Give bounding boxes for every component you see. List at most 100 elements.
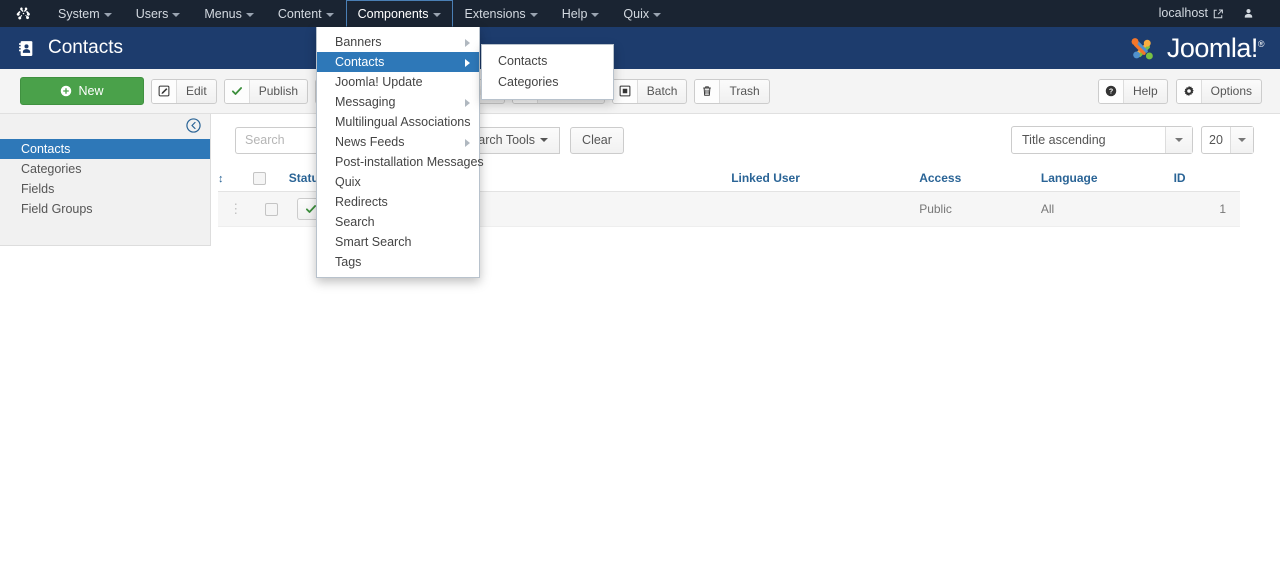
- dropdown-item-label: Banners: [335, 35, 382, 49]
- topmenu-label-users: Users: [135, 7, 169, 21]
- admin-top-bar-right: localhost: [1149, 0, 1280, 27]
- topmenu-item-quix[interactable]: Quix: [611, 0, 673, 27]
- chevron-down-icon: [540, 138, 549, 143]
- ordering-select[interactable]: Title ascending: [1011, 126, 1193, 154]
- dropdown-item-tags[interactable]: Tags: [317, 252, 479, 272]
- filter-right-group: Title ascending 20: [1011, 126, 1254, 154]
- topmenu-label-system: System: [58, 7, 100, 21]
- address-book-icon: [17, 39, 35, 57]
- help-button[interactable]: ? Help: [1097, 78, 1168, 104]
- contacts-submenu: Contacts Categories: [481, 44, 614, 100]
- site-preview-link[interactable]: localhost: [1149, 0, 1233, 27]
- column-header-id[interactable]: ID: [1173, 166, 1240, 192]
- list-limit-select[interactable]: 20: [1201, 126, 1254, 154]
- edit-button[interactable]: Edit: [151, 78, 217, 104]
- dropdown-item-quix[interactable]: Quix: [317, 172, 479, 192]
- sidebar-item-label: Contacts: [21, 142, 71, 156]
- edit-button-label: Edit: [186, 83, 207, 98]
- chevron-down-icon: [1165, 127, 1192, 153]
- trash-button[interactable]: Trash: [694, 78, 770, 104]
- batch-button-label: Batch: [646, 83, 678, 98]
- batch-button[interactable]: Batch: [611, 78, 688, 104]
- chevron-right-icon: [465, 39, 470, 47]
- svg-text:?: ?: [1109, 88, 1113, 96]
- column-header-access[interactable]: Access: [919, 166, 1041, 192]
- topmenu-item-extensions[interactable]: Extensions: [453, 0, 550, 27]
- publish-button[interactable]: Publish: [223, 78, 309, 104]
- sidebar-item-categories[interactable]: Categories: [0, 159, 210, 179]
- check-icon: [224, 79, 250, 103]
- sidebar-item-field-groups[interactable]: Field Groups: [0, 199, 210, 219]
- cell-row-checkbox[interactable]: [253, 191, 289, 227]
- row-checkbox[interactable]: [264, 202, 278, 216]
- column-header-ordering[interactable]: ↕: [218, 166, 254, 192]
- chevron-down-icon: [1229, 127, 1253, 153]
- dropdown-item-banners[interactable]: Banners: [317, 32, 479, 52]
- help-button-label: Help: [1132, 83, 1158, 98]
- topmenu-item-components[interactable]: Components: [345, 0, 453, 27]
- topmenu-label-help: Help: [561, 7, 588, 21]
- cell-linked-user: [731, 191, 920, 227]
- select-all-checkbox[interactable]: [253, 172, 267, 186]
- chevron-right-icon: [465, 139, 470, 147]
- components-dropdown-menu: Banners Contacts Joomla! Update Messagin…: [316, 27, 484, 278]
- column-header-language[interactable]: Language: [1040, 166, 1174, 192]
- drag-handle-icon[interactable]: ⋮: [229, 201, 242, 216]
- dropdown-item-news-feeds[interactable]: News Feeds: [317, 132, 479, 152]
- submenu-item-categories[interactable]: Categories: [482, 72, 613, 93]
- cell-drag-handle[interactable]: ⋮: [218, 191, 254, 227]
- sidebar-collapse-row: [0, 114, 210, 139]
- dropdown-item-messaging[interactable]: Messaging: [317, 92, 479, 112]
- topmenu-label-quix: Quix: [623, 7, 650, 21]
- user-menu-button[interactable]: [1233, 0, 1270, 27]
- submenu-item-label: Categories: [498, 75, 559, 89]
- external-link-icon: [1213, 8, 1223, 18]
- publish-button-label: Publish: [258, 83, 299, 98]
- chevron-down-icon: [432, 12, 441, 17]
- options-button[interactable]: Options: [1175, 78, 1262, 104]
- arrow-circle-left-icon[interactable]: [186, 118, 201, 133]
- joomla-logo: Joomla!®: [1126, 31, 1280, 65]
- chevron-down-icon: [529, 12, 538, 17]
- site-link-label: localhost: [1158, 6, 1208, 20]
- submenu-item-contacts[interactable]: Contacts: [482, 51, 613, 72]
- topmenu-label-extensions: Extensions: [464, 7, 526, 21]
- page-header-bar: Contacts Joomla!®: [0, 27, 1280, 69]
- sidebar-item-fields[interactable]: Fields: [0, 179, 210, 199]
- new-button-label: New: [78, 84, 104, 98]
- dropdown-item-contacts[interactable]: Contacts: [317, 52, 479, 72]
- submenu-item-label: Contacts: [498, 54, 548, 68]
- admin-menu: System Users Menus Content Components Ex…: [46, 0, 673, 27]
- toolbar-right-group: ? Help Options: [1097, 78, 1280, 104]
- dropdown-item-multilingual-associations[interactable]: Multilingual Associations: [317, 112, 479, 132]
- topmenu-label-menus: Menus: [204, 7, 242, 21]
- column-header-select-all[interactable]: [253, 166, 289, 192]
- topmenu-item-menus[interactable]: Menus: [192, 0, 266, 27]
- new-button[interactable]: New: [20, 77, 144, 105]
- cell-language: All: [1040, 191, 1174, 227]
- topmenu-item-content[interactable]: Content: [266, 0, 346, 27]
- topmenu-item-help[interactable]: Help: [550, 0, 612, 27]
- dropdown-item-label: Multilingual Associations: [335, 115, 471, 129]
- dropdown-item-label: Joomla! Update: [335, 75, 423, 89]
- plus-circle-icon: [61, 85, 72, 97]
- topmenu-item-users[interactable]: Users: [124, 0, 193, 27]
- dropdown-item-joomla-update[interactable]: Joomla! Update: [317, 72, 479, 92]
- clear-label: Clear: [582, 132, 612, 147]
- user-icon: [1244, 9, 1253, 18]
- chevron-down-icon: [103, 12, 112, 17]
- dropdown-item-post-installation-messages[interactable]: Post-installation Messages: [317, 152, 484, 172]
- column-header-linked-user[interactable]: Linked User: [731, 166, 920, 192]
- sidebar-item-label: Field Groups: [21, 202, 93, 216]
- dropdown-item-search[interactable]: Search: [317, 212, 479, 232]
- sidebar-item-contacts[interactable]: Contacts: [0, 139, 210, 159]
- chevron-down-icon: [591, 12, 600, 17]
- chevron-down-icon: [245, 12, 254, 17]
- joomla-brand-icon[interactable]: [0, 0, 46, 27]
- trash-button-label: Trash: [729, 83, 760, 98]
- dropdown-item-label: Tags: [335, 255, 362, 269]
- clear-filters-button[interactable]: Clear: [570, 126, 624, 154]
- topmenu-item-system[interactable]: System: [46, 0, 124, 27]
- dropdown-item-smart-search[interactable]: Smart Search: [317, 232, 479, 252]
- dropdown-item-redirects[interactable]: Redirects: [317, 192, 479, 212]
